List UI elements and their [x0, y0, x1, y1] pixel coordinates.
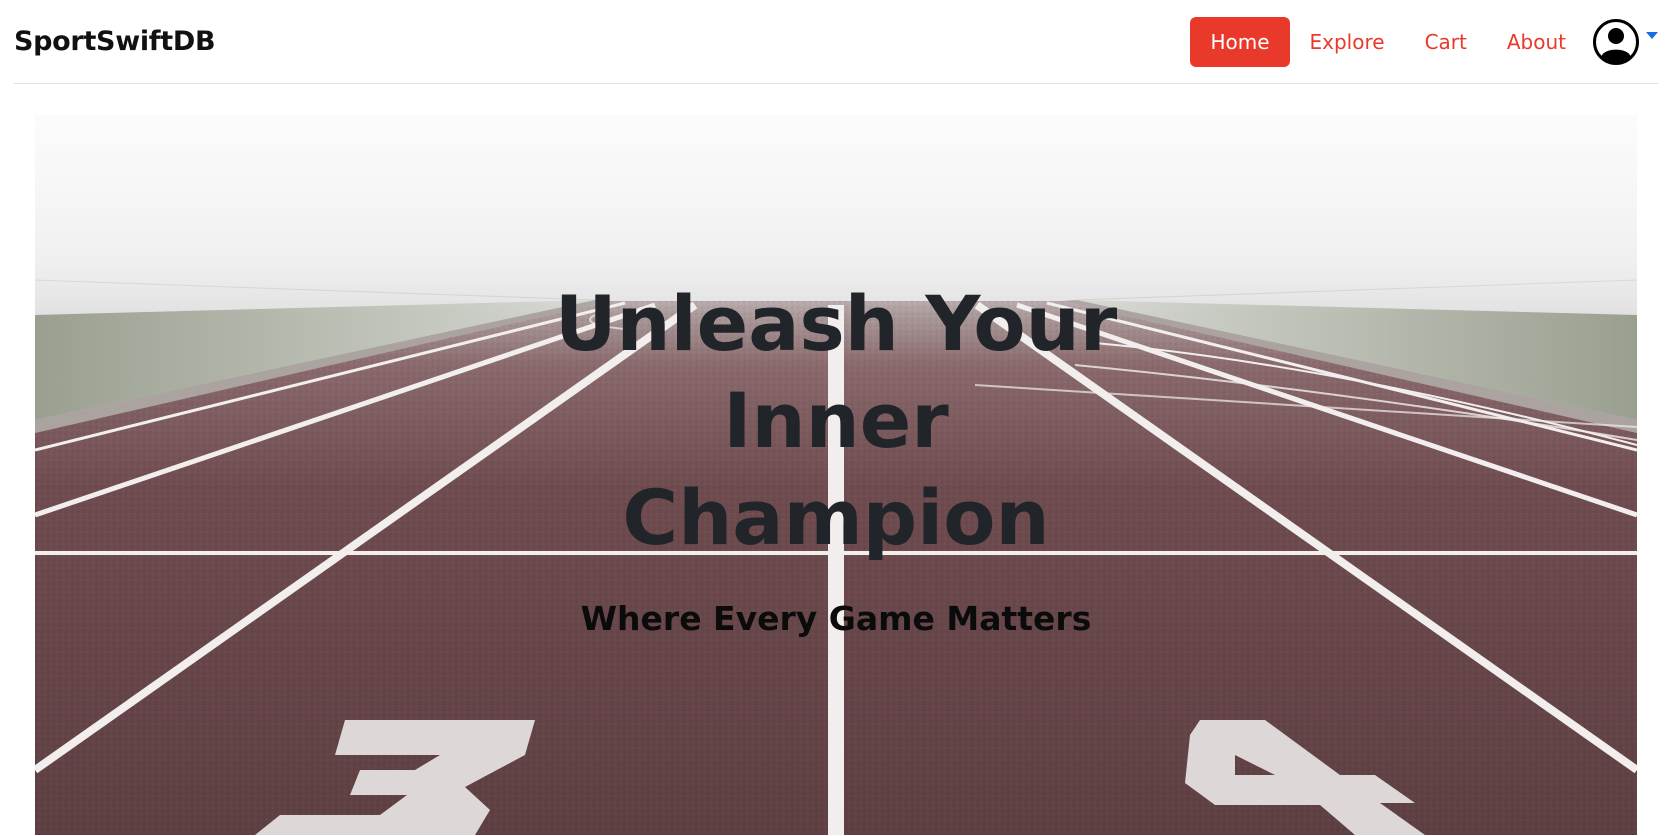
nav-link-explore[interactable]: Explore — [1290, 17, 1405, 67]
user-circle-icon — [1593, 18, 1639, 65]
hero-title: Unleash Your Inner Champion — [35, 275, 1637, 566]
nav-link-home[interactable]: Home — [1190, 16, 1290, 67]
hero-title-line-3: Champion — [622, 473, 1050, 562]
hero-subtitle: Where Every Game Matters — [580, 599, 1092, 638]
nav-link-about[interactable]: About — [1487, 17, 1586, 67]
nav-link-cart[interactable]: Cart — [1405, 17, 1487, 67]
hero-title-line-1: Unleash Your — [554, 279, 1118, 368]
brand-logo[interactable]: SportSwiftDB — [14, 26, 216, 57]
top-navbar: SportSwiftDB Home Explore Cart About — [14, 0, 1658, 84]
hero-content: Unleash Your Inner Champion Where Every … — [35, 115, 1637, 835]
nav-links: Home Explore Cart About — [1190, 16, 1586, 67]
nav-right: Home Explore Cart About — [1190, 0, 1658, 83]
hero-banner: Unleash Your Inner Champion Where Every … — [35, 115, 1637, 835]
caret-down-icon[interactable] — [1646, 32, 1658, 39]
hero-title-line-2: Inner — [723, 376, 949, 465]
profile-dropdown[interactable] — [1592, 18, 1658, 66]
